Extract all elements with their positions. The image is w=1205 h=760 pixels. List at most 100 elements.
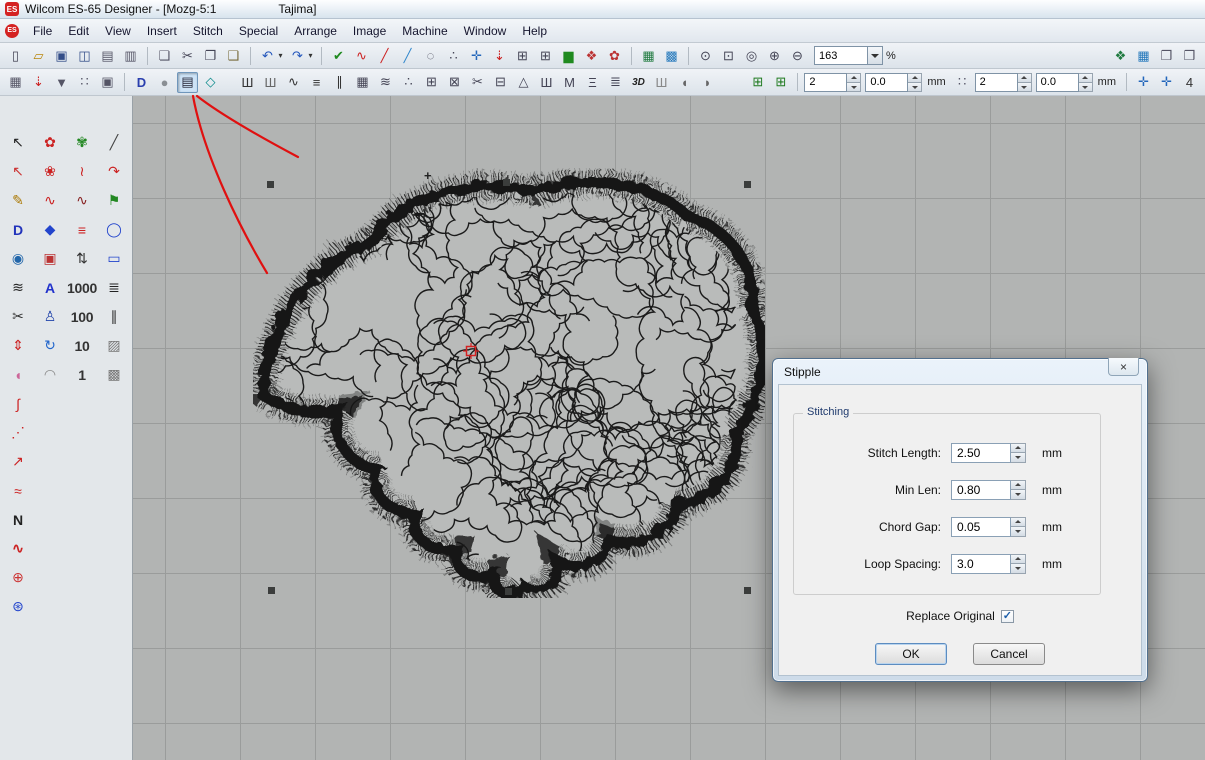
dot-select-icon[interactable]: ∴ <box>443 45 464 66</box>
new-design-icon[interactable]: ▯ <box>5 45 26 66</box>
select-tool-icon[interactable]: ↖ <box>2 128 34 157</box>
penetrations-view-icon[interactable]: ╱ <box>374 45 395 66</box>
show-artwork-icon[interactable]: ▦ <box>1133 45 1154 66</box>
wheel-tool-icon[interactable]: ⊛ <box>2 592 34 621</box>
print-preview-icon[interactable]: ▥ <box>120 45 141 66</box>
disc-left-icon[interactable]: ◖ <box>674 72 695 93</box>
stipple-dialog-title[interactable]: Stipple <box>773 359 1147 384</box>
selection-handle-bottom-right[interactable] <box>744 587 751 594</box>
motif-m-icon[interactable]: М <box>559 72 580 93</box>
polyline-tool-icon[interactable]: N <box>2 505 34 534</box>
motif-flower-icon[interactable]: ✿ <box>604 45 625 66</box>
grid-size-x-input[interactable] <box>804 73 847 92</box>
menu-image[interactable]: Image <box>345 21 394 41</box>
grid-offset-y-spinner[interactable] <box>1079 73 1093 92</box>
density-chart-icon[interactable]: ▆ <box>558 45 579 66</box>
zigzag-tool-icon[interactable]: ≈ <box>2 476 34 505</box>
center-design-icon[interactable]: ✛ <box>1156 72 1177 93</box>
trim-icon[interactable]: ✂ <box>467 72 488 93</box>
parallel-fill-icon[interactable]: ∥ <box>98 302 130 331</box>
zoom-tool-icon[interactable]: ⊙ <box>695 45 716 66</box>
stitch-length-spinner[interactable] <box>1011 443 1026 463</box>
export-window-icon[interactable]: ❒ <box>1179 45 1200 66</box>
team-names-icon[interactable]: ♙ <box>34 302 66 331</box>
selection-handle-bottom-left[interactable] <box>268 587 275 594</box>
spacing-icon[interactable]: ∷ <box>952 72 973 93</box>
menu-stitch[interactable]: Stitch <box>185 21 231 41</box>
ellipse-tool-icon[interactable]: ◯ <box>98 215 130 244</box>
shape-tool-icon[interactable]: ◆ <box>34 215 66 244</box>
design-check-icon[interactable]: ✔ <box>328 45 349 66</box>
menu-machine[interactable]: Machine <box>394 21 455 41</box>
run-count-1000[interactable]: 1000 <box>66 273 98 302</box>
satin-raised-icon[interactable]: Ш <box>651 72 672 93</box>
s-curve-tool-icon[interactable]: ∫ <box>2 389 34 418</box>
run-count-1[interactable]: 1 <box>66 360 98 389</box>
digitize-branch-icon[interactable]: ✾ <box>66 128 98 157</box>
open-design-icon[interactable]: ▱ <box>28 45 49 66</box>
replace-original-checkbox[interactable] <box>1001 610 1014 623</box>
menu-window[interactable]: Window <box>456 21 515 41</box>
curve-run-tool-icon[interactable]: ∿ <box>2 534 34 563</box>
texture-fill-icon[interactable]: ▩ <box>98 360 130 389</box>
chord-gap-spinner[interactable] <box>1011 517 1026 537</box>
run-stitch-icon[interactable]: ∿ <box>283 72 304 93</box>
fan-tool-icon[interactable]: ◖ <box>2 360 34 389</box>
save-design-icon[interactable]: ▣ <box>51 45 72 66</box>
stitch-list-icon[interactable]: ⊞ <box>512 45 533 66</box>
loop-spacing-input[interactable] <box>951 554 1011 574</box>
zoom-box-icon[interactable]: ⊡ <box>718 45 739 66</box>
menu-special[interactable]: Special <box>231 21 286 41</box>
flexi-split-icon[interactable]: ≣ <box>605 72 626 93</box>
grid-offset-y-input[interactable] <box>1036 73 1079 92</box>
motif-run-icon[interactable]: ≀ <box>66 157 98 186</box>
run-stitch-dark-icon[interactable]: ≣ <box>98 273 130 302</box>
grid-size-y-spinner[interactable] <box>1018 73 1032 92</box>
cut-icon[interactable]: ✂ <box>177 45 198 66</box>
remove-overlap-icon[interactable]: ⊟ <box>490 72 511 93</box>
contour-fill-icon[interactable]: Ξ <box>582 72 603 93</box>
object-colors-icon[interactable]: ❖ <box>581 45 602 66</box>
target-point-icon[interactable]: ⊕ <box>2 563 34 592</box>
motif-fill-icon[interactable]: ≋ <box>375 72 396 93</box>
show-grid-icon[interactable]: ⊞ <box>747 72 768 93</box>
grid-offset-x-spinner[interactable] <box>908 73 922 92</box>
motif-fill-small-icon[interactable]: ∿ <box>66 186 98 215</box>
closed-curve-icon[interactable]: ◇ <box>200 72 221 93</box>
satin-stitch-icon[interactable]: Ш <box>237 72 258 93</box>
reshape-tool-icon[interactable]: ↖ <box>2 157 34 186</box>
disc-right-icon[interactable]: ◗ <box>697 72 718 93</box>
stipple-icon[interactable]: ▤ <box>177 72 198 93</box>
jump-stitch-icon[interactable]: ↗ <box>2 447 34 476</box>
zoom-1to1-icon[interactable]: ◎ <box>741 45 762 66</box>
run-count-100[interactable]: 100 <box>66 302 98 331</box>
measure-tool-icon[interactable]: ⇕ <box>2 331 34 360</box>
zoom-out-icon[interactable]: ⊖ <box>787 45 808 66</box>
embroidery-design-brain[interactable] <box>253 168 765 598</box>
origin-marker-icon[interactable]: ⇣ <box>28 72 49 93</box>
menu-insert[interactable]: Insert <box>139 21 185 41</box>
bucket-fill-icon[interactable]: ▣ <box>34 244 66 273</box>
selection-handle-bottom-center[interactable] <box>505 588 512 595</box>
grid-offset-x-input[interactable] <box>865 73 908 92</box>
program-split-icon[interactable]: ≡ <box>66 215 98 244</box>
show-design-icon[interactable]: ❖ <box>1110 45 1131 66</box>
arc-tool-icon[interactable]: ↷ <box>98 157 130 186</box>
rectangle-tool-icon[interactable]: ▭ <box>98 244 130 273</box>
cross-fill-icon[interactable]: ⊠ <box>444 72 465 93</box>
rotate-tool-icon[interactable]: ↻ <box>34 331 66 360</box>
travel-marks-icon[interactable]: ∷ <box>74 72 95 93</box>
hatch-fill-icon[interactable]: ╱ <box>98 128 130 157</box>
triple-run-icon[interactable]: ≡ <box>306 72 327 93</box>
color-object-list-icon[interactable]: ⊞ <box>535 45 556 66</box>
selection-handle-top-left[interactable] <box>267 181 274 188</box>
menu-view[interactable]: View <box>97 21 139 41</box>
insert-design-icon[interactable]: ❏ <box>154 45 175 66</box>
undo-icon[interactable]: ↶ <box>257 45 278 66</box>
stipple-run-icon[interactable]: ∴ <box>398 72 419 93</box>
stitch-player-icon[interactable]: ▣ <box>97 72 118 93</box>
lettering-tool-icon[interactable]: A <box>34 273 66 302</box>
zoom-input[interactable] <box>814 46 868 65</box>
needle-point-icon[interactable]: ⇣ <box>489 45 510 66</box>
cancel-button[interactable]: Cancel <box>973 643 1045 665</box>
